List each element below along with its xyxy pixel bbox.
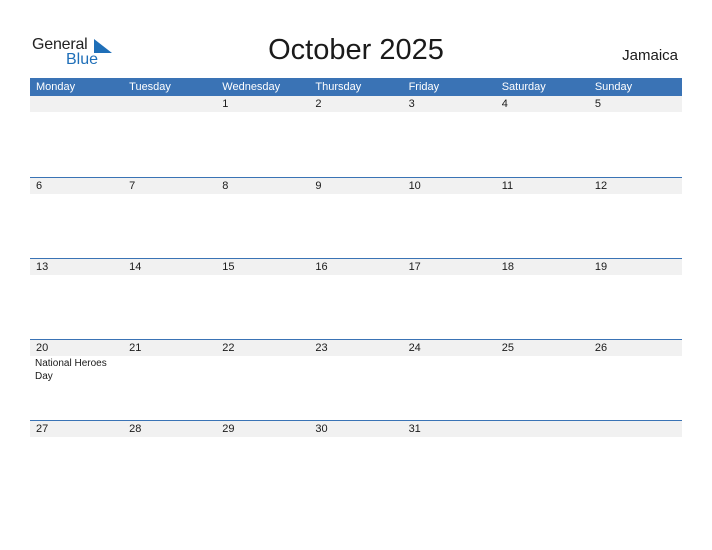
day-cell[interactable] bbox=[495, 421, 589, 501]
day-cell[interactable]: 15 bbox=[216, 259, 310, 339]
day-cell[interactable]: 6 bbox=[30, 178, 124, 258]
day-number: 3 bbox=[402, 96, 496, 112]
day-number: 24 bbox=[402, 340, 496, 356]
day-number: 1 bbox=[216, 96, 310, 112]
day-number: 6 bbox=[30, 178, 124, 194]
day-cell[interactable]: 10 bbox=[402, 178, 496, 258]
day-cell[interactable] bbox=[123, 96, 217, 177]
week-row: 20 National Heroes Day 21 22 23 24 25 26 bbox=[30, 339, 682, 420]
weekday-friday: Friday bbox=[408, 81, 440, 93]
day-cell[interactable]: 8 bbox=[216, 178, 310, 258]
day-number: 31 bbox=[402, 421, 496, 437]
day-number: 23 bbox=[309, 340, 403, 356]
week-row: 12345 bbox=[30, 96, 682, 177]
day-cell[interactable]: 11 bbox=[495, 178, 589, 258]
day-cell[interactable]: 26 bbox=[588, 340, 682, 420]
day-number bbox=[495, 421, 589, 437]
day-number: 22 bbox=[216, 340, 310, 356]
day-cell[interactable]: 18 bbox=[495, 259, 589, 339]
day-number: 7 bbox=[123, 178, 217, 194]
day-number: 18 bbox=[495, 259, 589, 275]
day-number: 30 bbox=[309, 421, 403, 437]
day-number: 10 bbox=[402, 178, 496, 194]
day-number: 16 bbox=[309, 259, 403, 275]
weekday-thursday: Thursday bbox=[315, 81, 362, 93]
weekday-tuesday: Tuesday bbox=[129, 81, 171, 93]
day-cell[interactable]: 5 bbox=[588, 96, 682, 177]
day-number: 28 bbox=[123, 421, 217, 437]
calendar-grid: Monday Tuesday Wednesday Thursday Friday… bbox=[30, 78, 682, 501]
day-cell[interactable]: 1 bbox=[216, 96, 310, 177]
day-number: 15 bbox=[216, 259, 310, 275]
day-number: 26 bbox=[588, 340, 682, 356]
week-row: 13 14 15 16 17 18 19 bbox=[30, 258, 682, 339]
day-cell[interactable] bbox=[30, 96, 124, 177]
day-number: 4 bbox=[495, 96, 589, 112]
weekday-saturday: Saturday bbox=[501, 81, 546, 93]
day-number: 2 bbox=[309, 96, 403, 112]
day-number bbox=[30, 96, 124, 112]
day-number: 8 bbox=[216, 178, 310, 194]
day-number: 13 bbox=[30, 259, 124, 275]
day-cell[interactable]: 17 bbox=[402, 259, 496, 339]
day-cell[interactable]: 3 bbox=[402, 96, 496, 177]
day-cell[interactable]: 23 bbox=[309, 340, 403, 420]
day-cell[interactable]: 27 bbox=[30, 421, 124, 501]
day-cell[interactable]: 22 bbox=[216, 340, 310, 420]
day-number: 19 bbox=[588, 259, 682, 275]
day-number bbox=[123, 96, 217, 112]
day-cell[interactable]: 9 bbox=[309, 178, 403, 258]
day-cell[interactable]: 25 bbox=[495, 340, 589, 420]
day-number: 5 bbox=[588, 96, 682, 112]
weekday-header: Monday Tuesday Wednesday Thursday Friday… bbox=[30, 78, 682, 96]
day-cell[interactable]: 16 bbox=[309, 259, 403, 339]
day-number: 17 bbox=[402, 259, 496, 275]
day-number: 11 bbox=[495, 178, 589, 194]
day-cell[interactable]: 31 bbox=[402, 421, 496, 501]
day-cell[interactable]: 20 National Heroes Day bbox=[30, 340, 124, 420]
day-number: 21 bbox=[123, 340, 217, 356]
day-cell[interactable]: 12 bbox=[588, 178, 682, 258]
day-cell[interactable]: 30 bbox=[309, 421, 403, 501]
holiday-label: National Heroes Day bbox=[35, 358, 107, 382]
day-cell[interactable]: 21 bbox=[123, 340, 217, 420]
week-row: 27 28 29 30 31 bbox=[30, 420, 682, 501]
weekday-monday: Monday bbox=[36, 81, 76, 93]
weekday-sunday: Sunday bbox=[594, 81, 633, 93]
day-cell[interactable]: 28 bbox=[123, 421, 217, 501]
country-label: Jamaica bbox=[622, 47, 678, 64]
day-cell[interactable]: 14 bbox=[123, 259, 217, 339]
day-cell[interactable]: 2 bbox=[309, 96, 403, 177]
day-cell[interactable]: 19 bbox=[588, 259, 682, 339]
calendar-title: October 2025 bbox=[268, 34, 444, 66]
day-number: 14 bbox=[123, 259, 217, 275]
week-row: 6 7 8 9 10 11 12 bbox=[30, 177, 682, 258]
day-cell[interactable]: 13 bbox=[30, 259, 124, 339]
weekday-wednesday: Wednesday bbox=[222, 81, 281, 93]
day-number: 20 bbox=[30, 340, 124, 356]
day-cell[interactable]: 7 bbox=[123, 178, 217, 258]
day-cell[interactable]: 29 bbox=[216, 421, 310, 501]
day-number: 25 bbox=[495, 340, 589, 356]
day-number: 9 bbox=[309, 178, 403, 194]
day-number: 27 bbox=[30, 421, 124, 437]
day-cell[interactable]: 4 bbox=[495, 96, 589, 177]
day-cell[interactable]: 24 bbox=[402, 340, 496, 420]
day-cell[interactable] bbox=[588, 421, 682, 501]
weeks-container: 1 2 3 4 5 6 7 8 9 10 11 12 13 14 15 16 17 18 19 20 National … bbox=[30, 96, 682, 501]
day-number: 29 bbox=[216, 421, 310, 437]
day-number: 12 bbox=[588, 178, 682, 194]
day-number bbox=[588, 421, 682, 437]
